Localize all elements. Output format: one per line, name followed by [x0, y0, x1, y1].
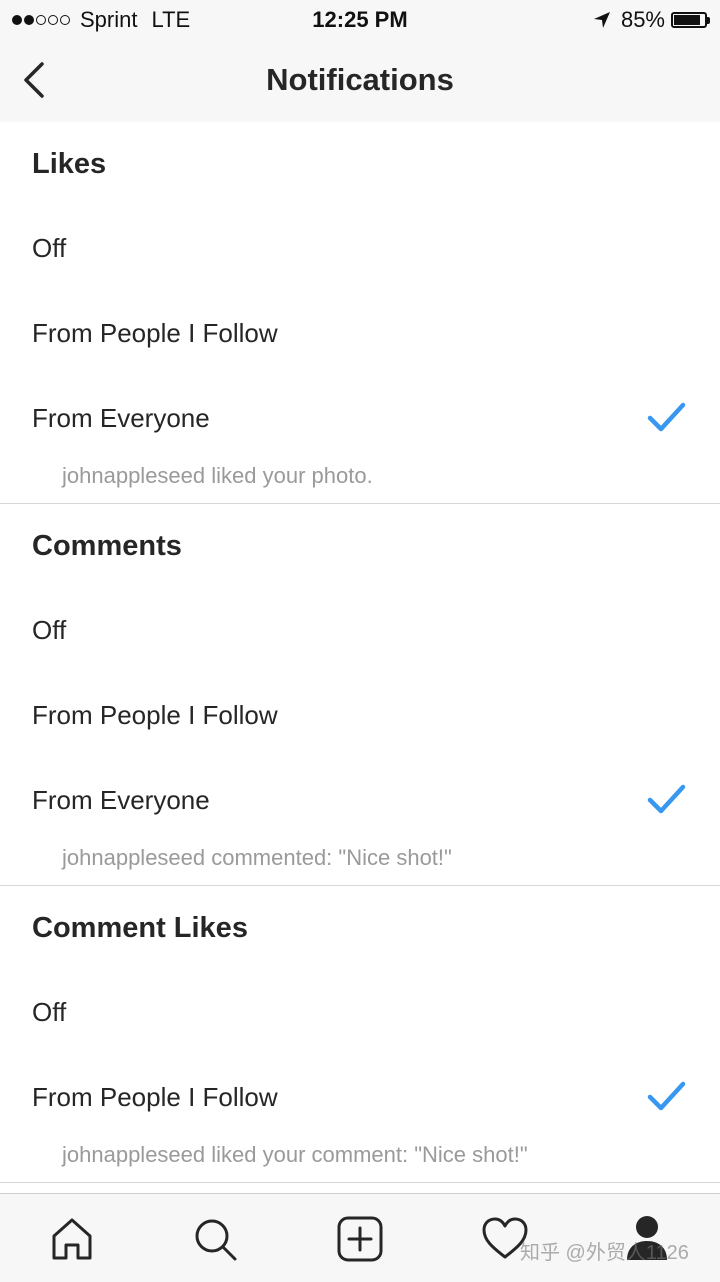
- section-title: Comments: [32, 530, 182, 562]
- checkmark-icon: [647, 784, 686, 814]
- option-label: Off: [32, 233, 67, 263]
- option-comments-following[interactable]: From People I Follow: [0, 673, 720, 758]
- search-icon: [195, 1219, 237, 1261]
- watermark-text: 知乎 @外贸人1126: [520, 1242, 689, 1264]
- checkmark-icon: [647, 402, 686, 432]
- status-right: 85%: [591, 7, 710, 33]
- checkmark-icon: [647, 1081, 686, 1111]
- example-text: johnappleseed commented: "Nice shot!": [62, 845, 452, 870]
- example-text: johnappleseed liked your photo.: [62, 463, 373, 488]
- battery-percent: 85%: [620, 7, 665, 32]
- location-arrow-icon: [593, 12, 610, 28]
- option-comment-likes-following[interactable]: From People I Follow: [0, 1055, 720, 1140]
- option-comment-likes-off[interactable]: Off: [0, 970, 720, 1055]
- home-icon: [52, 1218, 92, 1260]
- settings-list: Likes Off From People I Follow From Ever…: [0, 122, 720, 1183]
- option-comments-off[interactable]: Off: [0, 588, 720, 673]
- option-label: From People I Follow: [32, 700, 278, 730]
- option-likes-following[interactable]: From People I Follow: [0, 291, 720, 376]
- section-comments: Comments Off From People I Follow From E…: [0, 504, 720, 886]
- option-label: From People I Follow: [32, 318, 278, 348]
- section-comment-likes: Comment Likes Off From People I Follow j…: [0, 886, 720, 1183]
- option-label: Off: [32, 997, 67, 1027]
- option-comments-everyone[interactable]: From Everyone: [0, 758, 720, 843]
- option-label: From People I Follow: [32, 1082, 278, 1112]
- example-text: johnappleseed liked your comment: "Nice …: [62, 1142, 528, 1167]
- section-title: Likes: [32, 148, 107, 180]
- battery-icon: [671, 12, 707, 28]
- option-likes-everyone[interactable]: From Everyone: [0, 376, 720, 461]
- section-likes: Likes Off From People I Follow From Ever…: [0, 122, 720, 504]
- option-label: Off: [32, 615, 67, 645]
- tab-add-post[interactable]: [335, 1214, 385, 1264]
- add-post-icon: [337, 1216, 383, 1262]
- option-label: From Everyone: [32, 403, 210, 433]
- section-title: Comment Likes: [32, 912, 248, 944]
- tab-home[interactable]: [47, 1214, 97, 1264]
- option-likes-off[interactable]: Off: [0, 206, 720, 291]
- option-label: From Everyone: [32, 785, 210, 815]
- nav-bar: Notifications: [0, 40, 720, 122]
- page-title: Notifications: [266, 62, 454, 97]
- status-bar: Sprint LTE 12:25 PM 85%: [0, 0, 720, 40]
- tab-search[interactable]: [190, 1214, 240, 1264]
